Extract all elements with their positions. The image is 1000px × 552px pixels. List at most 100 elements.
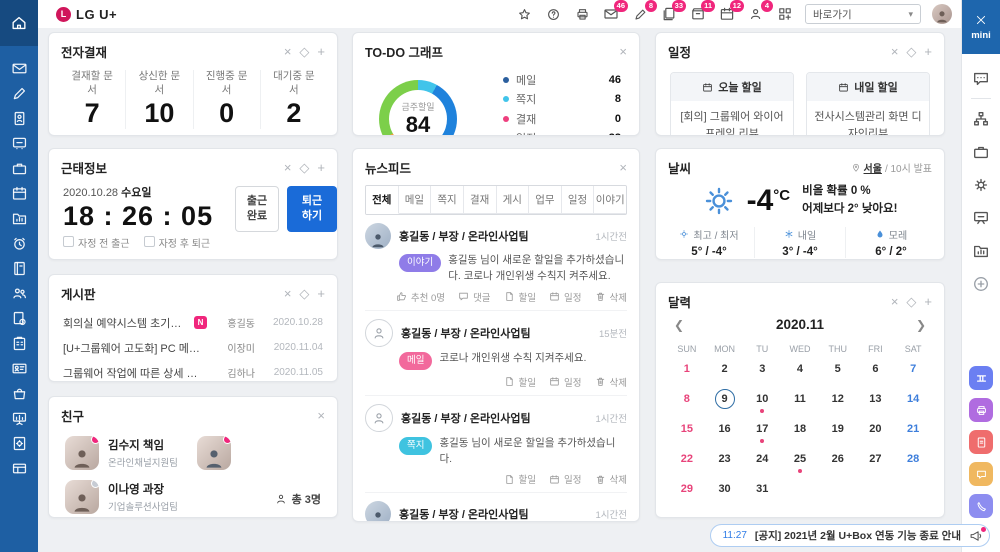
sidebar-item-approval[interactable] [0,106,38,131]
close-icon[interactable]: × [284,287,292,300]
todo-action[interactable]: 할일 [504,472,536,486]
post-author[interactable]: 홍길동 / 부장 / 온라인사업팀 [399,228,529,244]
sidebar-item-note[interactable] [0,81,38,106]
box-shortcut-icon[interactable]: 11 [689,0,715,23]
sidebar-item-board[interactable] [0,131,38,156]
calendar-day[interactable]: 19 [819,419,857,449]
sidebar-item-home[interactable] [0,0,38,46]
sidebar-item-doc-clock[interactable] [0,306,38,331]
todo-action[interactable]: 할일 [504,290,536,304]
pin-icon[interactable]: ◇ [299,45,309,58]
calendar-day[interactable]: 21 [894,419,932,449]
announcement-icon[interactable] [969,526,986,543]
app-chat-button[interactable] [969,462,993,486]
calendar-day[interactable]: 18 [781,419,819,449]
rail-board-button[interactable] [962,201,1000,234]
friend-item[interactable]: 이나영 과장 기업솔루션사업팀 [65,480,189,514]
schedule-action[interactable]: 일정 [549,375,582,389]
quicklink-dropdown[interactable]: 바로가기 ▾ [805,4,921,24]
tab-post[interactable]: 게시 [496,186,530,214]
approval-stat-inprogress[interactable]: 진행중 문서 0 [192,70,260,130]
print-icon[interactable] [573,5,591,23]
sidebar-item-org[interactable] [0,281,38,306]
close-icon[interactable]: × [284,161,292,174]
comment-action[interactable]: 댓글 [458,290,491,304]
approval-stat-todo[interactable]: 결재할 문서 7 [59,70,125,129]
sidebar-item-contacts[interactable] [0,256,38,281]
today-schedule[interactable]: 오늘 할일 [회의] 그룹웨어 와이어프레임 리뷰 [670,72,794,135]
rail-report-button[interactable] [962,234,1000,267]
add-icon[interactable]: + [924,45,932,58]
add-icon[interactable]: + [317,287,325,300]
note-shortcut-icon[interactable]: 8 [631,0,657,23]
pin-icon[interactable]: ◇ [299,161,309,174]
mini-panel-toggle[interactable]: mini [962,0,1000,54]
calendar-day[interactable]: 14 [894,389,932,419]
calendar-next-arrow[interactable]: ❯ [914,318,928,332]
calendar-day[interactable]: 15 [668,419,706,449]
checkbox-before-midnight[interactable]: 자정 전 출근 [63,235,130,250]
people-shortcut-icon[interactable]: 4 [747,0,773,23]
calendar-day[interactable]: 31 [743,479,781,509]
delete-action[interactable]: 삭제 [595,472,627,486]
sidebar-item-jobs[interactable] [0,381,38,406]
sidebar-item-calendar[interactable] [0,181,38,206]
friend-item[interactable]: 김수지 책임 온라인채널지원팀 [65,436,189,470]
calendar-day[interactable]: 3 [743,359,781,389]
like-action[interactable]: 추천 0명 [396,290,445,304]
tab-approval[interactable]: 결재 [463,186,497,214]
close-icon[interactable]: × [619,161,627,174]
calendar-day[interactable]: 13 [857,389,895,419]
pin-icon[interactable]: ◇ [906,45,916,58]
help-icon[interactable] [544,5,562,23]
sidebar-item-alarm[interactable] [0,231,38,256]
calendar-day[interactable]: 8 [668,389,706,419]
board-row[interactable]: 그룹웨어 작업에 따른 상세 개선 내용안내 김하나 2020.11.05 [63,360,323,381]
post-author[interactable]: 홍길동 / 부장 / 온라인사업팀 [401,410,531,426]
close-icon[interactable]: × [891,45,899,58]
close-icon[interactable]: × [891,295,899,308]
pin-icon[interactable]: ◇ [299,287,309,300]
approval-stat-waiting[interactable]: 대기중 문서 2 [259,70,327,130]
org-grid-icon[interactable] [776,5,794,23]
calendar-day[interactable]: 7 [894,359,932,389]
schedule-action[interactable]: 일정 [549,290,582,304]
add-icon[interactable]: + [924,295,932,308]
close-icon[interactable]: × [284,45,292,58]
calendar-day[interactable]: 30 [706,479,744,509]
sidebar-item-report[interactable] [0,206,38,231]
delete-action[interactable]: 삭제 [595,375,627,389]
todo-action[interactable]: 할일 [504,375,536,389]
calendar-day[interactable]: 12 [819,389,857,419]
friend-item[interactable] [197,436,321,470]
delete-action[interactable]: 삭제 [595,290,627,304]
checkbox-after-midnight[interactable]: 자정 후 퇴근 [143,235,210,250]
app-phone-button[interactable] [969,494,993,518]
app-works-button[interactable] [969,366,993,390]
sidebar-item-work[interactable] [0,156,38,181]
tab-story[interactable]: 이야기 [594,186,626,214]
calendar-day[interactable]: 17 [743,419,781,449]
notification-bar[interactable]: 11:27 [공지] 2021년 2월 U+Box 연동 기능 종료 안내 [709,524,990,547]
rail-chat-button[interactable] [962,62,1000,95]
calendar-day[interactable]: 5 [819,359,857,389]
close-icon[interactable]: × [619,45,627,58]
schedule-action[interactable]: 일정 [549,472,582,486]
add-icon[interactable]: + [317,161,325,174]
calendar-day[interactable]: 26 [819,449,857,479]
mail-shortcut-icon[interactable]: 46 [602,0,628,23]
sidebar-item-doc-settings[interactable] [0,431,38,456]
calendar-day[interactable]: 29 [668,479,706,509]
calendar-day[interactable]: 1 [668,359,706,389]
app-document-button[interactable] [969,430,993,454]
post-author[interactable]: 홍길동 / 부장 / 온라인사업팀 [401,325,531,341]
calendar-day[interactable]: 11 [781,389,819,419]
calendar-day[interactable]: 10 [743,389,781,419]
rail-add-button[interactable] [962,267,1000,300]
calendar-day[interactable]: 28 [894,449,932,479]
calendar-shortcut-icon[interactable]: 12 [718,0,744,23]
rail-orgchart-button[interactable] [962,102,1000,135]
add-icon[interactable]: + [317,45,325,58]
board-row[interactable]: 회의실 예약시스템 초기화 (회의실 예약 내역 삭제).. N 홍길동 202… [63,310,323,335]
rail-settings-button[interactable] [962,168,1000,201]
